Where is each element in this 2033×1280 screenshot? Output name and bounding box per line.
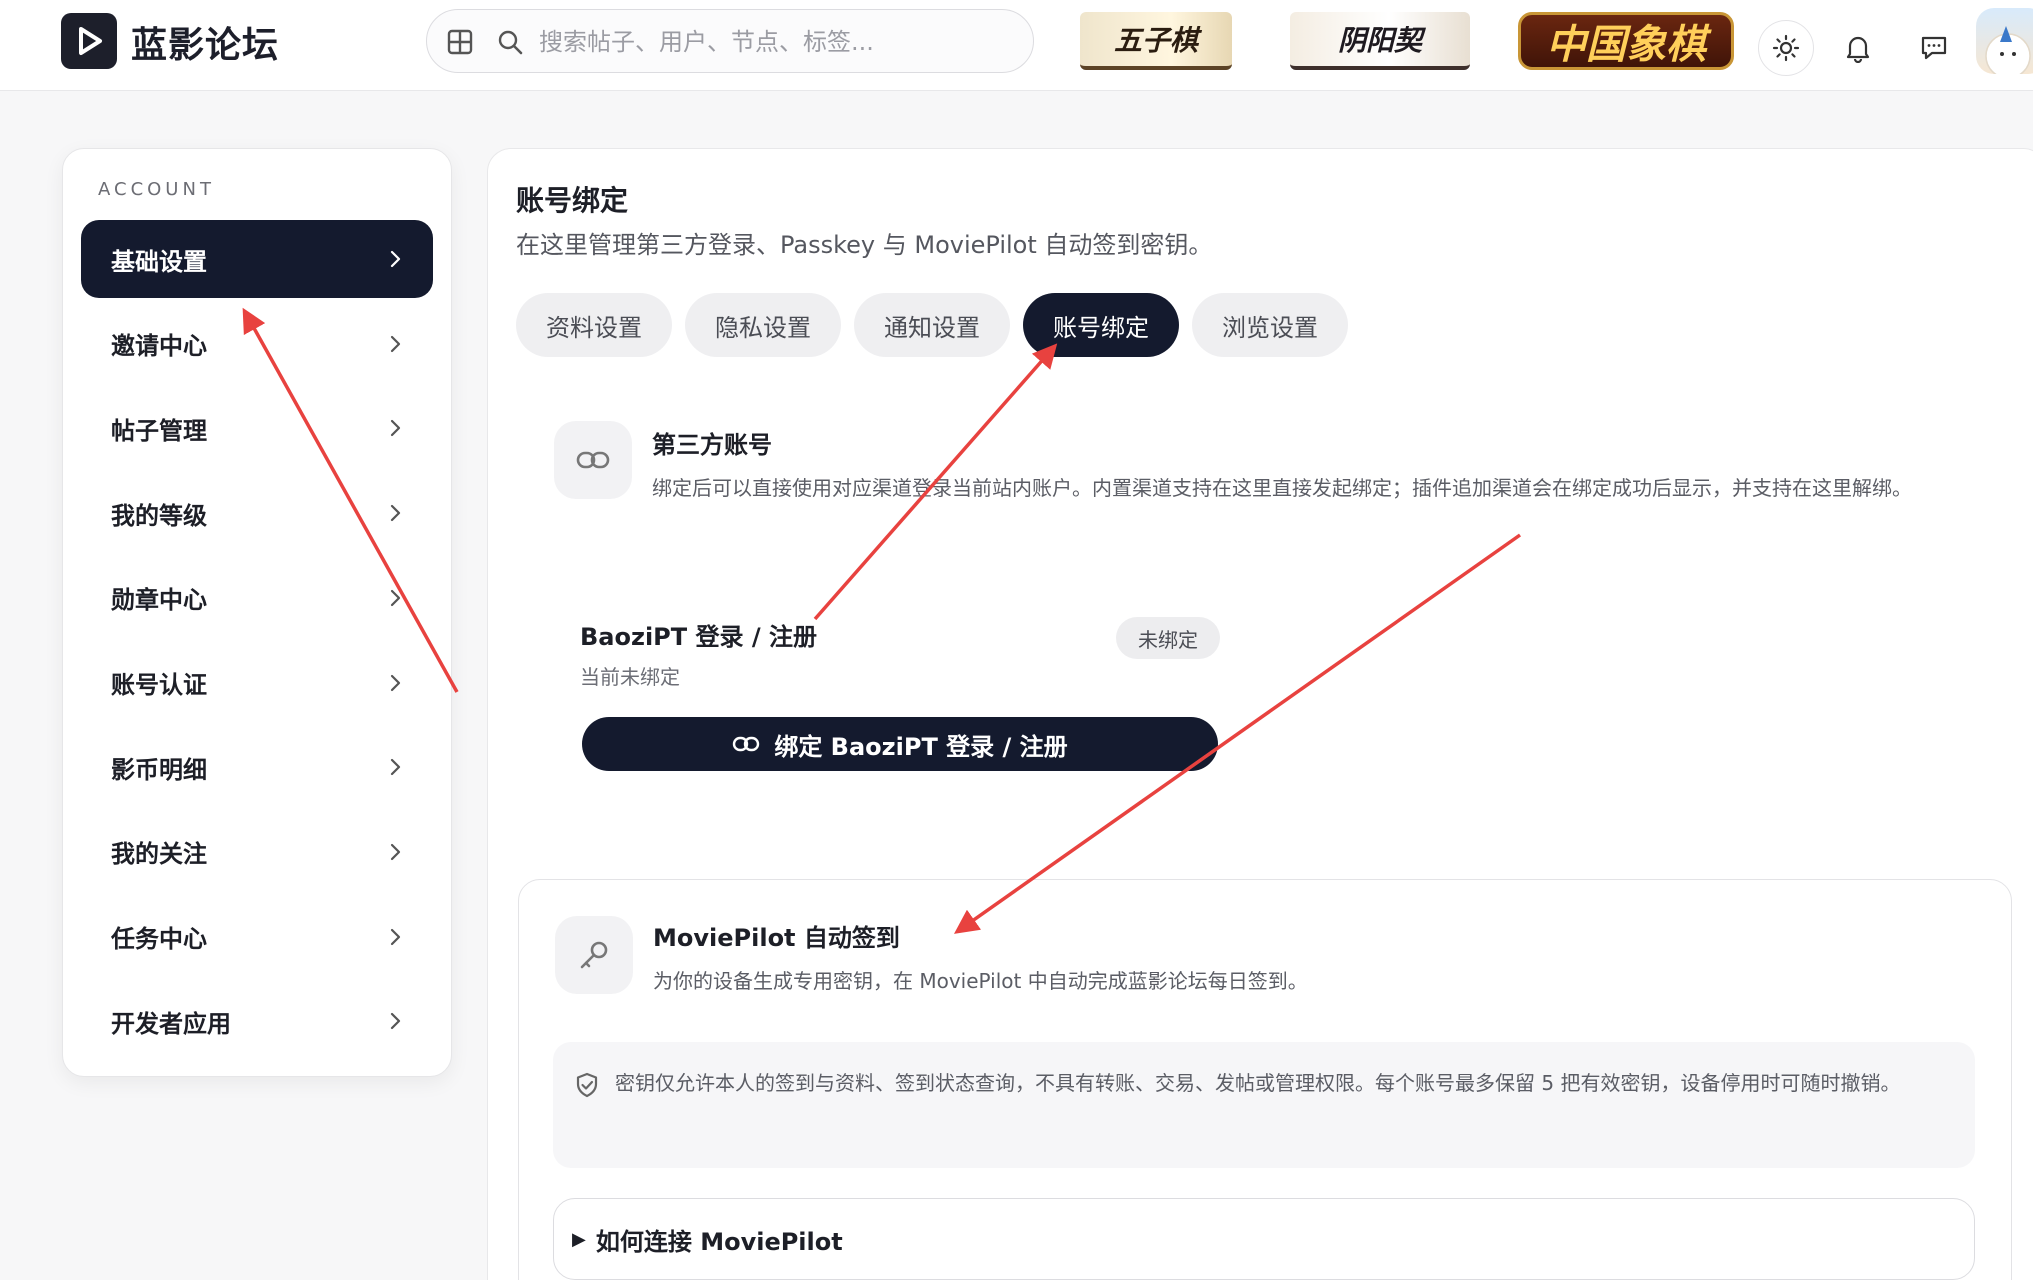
sidebar-item-label: 勋章中心 (111, 586, 207, 615)
sidebar-item-label: 任务中心 (111, 925, 207, 954)
sidebar-item-post-management[interactable]: 帖子管理 (81, 389, 433, 467)
notice-text: 密钥仅允许本人的签到与资料、签到状态查询，不具有转账、交易、发帖或管理权限。每个… (615, 1071, 1901, 1095)
chevron-right-icon (389, 1009, 403, 1037)
sidebar-item-label: 帖子管理 (111, 416, 207, 445)
logo-icon[interactable] (61, 13, 117, 69)
sidebar-item-label: 账号认证 (111, 671, 207, 699)
sidebar-item-basic-settings[interactable]: 基础设置 (81, 220, 433, 298)
top-header: 蓝影论坛 五子棋 阴阳契 中国象棋 (0, 0, 2033, 91)
third-party-desc: 绑定后可以直接使用对应渠道登录当前站内账户。内置渠道支持在这里直接发起绑定；插件… (652, 476, 1912, 500)
gomoku-game-banner[interactable]: 五子棋 (1080, 12, 1232, 70)
sidebar-item-my-follows[interactable]: 我的关注 (81, 813, 433, 891)
bell-icon (1846, 36, 1870, 63)
account-sidebar: ACCOUNT 基础设置邀请中心帖子管理我的等级勋章中心账号认证影币明细我的关注… (62, 148, 452, 1077)
tab-browsing[interactable]: 浏览设置 (1192, 293, 1348, 357)
sidebar-item-label: 我的关注 (111, 840, 207, 869)
chevron-right-icon (389, 755, 403, 783)
bind-button-label: 绑定 BaoziPT 登录 / 注册 (774, 732, 1068, 761)
sidebar-item-developer-apps[interactable]: 开发者应用 (81, 982, 433, 1060)
chevron-right-icon (389, 501, 403, 529)
chevron-right-icon (389, 247, 403, 275)
sidebar-item-label: 邀请中心 (111, 332, 207, 361)
messages-button[interactable] (1906, 20, 1962, 76)
sidebar-item-my-level[interactable]: 我的等级 (81, 474, 433, 552)
sidebar-item-label: 我的等级 (111, 501, 207, 530)
page-title: 账号绑定 (516, 184, 629, 217)
chevron-right-icon (389, 840, 403, 868)
yinyang-game-banner[interactable]: 阴阳契 (1290, 12, 1470, 70)
sidebar-item-coin-details[interactable]: 影币明细 (81, 728, 433, 806)
page-subtitle: 在这里管理第三方登录、Passkey 与 MoviePilot 自动签到密钥。 (516, 231, 1213, 259)
shield-check-icon (576, 1072, 598, 1098)
sidebar-heading: ACCOUNT (98, 179, 215, 200)
details-label: 如何连接 MoviePilot (595, 1227, 843, 1256)
chevron-right-icon (389, 671, 403, 699)
grid-icon[interactable] (447, 29, 473, 55)
sidebar-item-task-center[interactable]: 任务中心 (81, 898, 433, 976)
sidebar-item-badge-center[interactable]: 勋章中心 (81, 559, 433, 637)
sidebar-item-label: 影币明细 (111, 755, 207, 784)
chat-icon (1921, 36, 1947, 60)
chinese-chess-game-banner[interactable]: 中国象棋 (1518, 12, 1734, 70)
sidebar-item-invite-center[interactable]: 邀请中心 (81, 305, 433, 383)
link-icon (733, 736, 760, 752)
status-badge: 未绑定 (1116, 617, 1220, 659)
link-icon (554, 421, 632, 499)
sidebar-item-label: 基础设置 (111, 247, 207, 276)
triangle-right-icon: ▶ (572, 1228, 586, 1250)
bind-baozipt-button[interactable]: 绑定 BaoziPT 登录 / 注册 (582, 717, 1218, 771)
theme-toggle-button[interactable] (1758, 20, 1814, 76)
moviepilot-desc: 为你的设备生成专用密钥，在 MoviePilot 中自动完成蓝影论坛每日签到。 (653, 969, 1308, 993)
moviepilot-title: MoviePilot 自动签到 (653, 924, 900, 952)
user-avatar[interactable] (1976, 8, 2033, 74)
tab-privacy[interactable]: 隐私设置 (685, 293, 841, 357)
moviepilot-card: MoviePilot 自动签到 为你的设备生成专用密钥，在 MoviePilot… (518, 879, 2012, 1280)
chevron-right-icon (389, 332, 403, 360)
settings-panel: 账号绑定 在这里管理第三方登录、Passkey 与 MoviePilot 自动签… (487, 148, 2033, 1280)
tab-account-binding[interactable]: 账号绑定 (1023, 293, 1179, 357)
sidebar-item-account-verification[interactable]: 账号认证 (81, 644, 433, 722)
third-party-title: 第三方账号 (652, 431, 772, 459)
tab-profile[interactable]: 资料设置 (516, 293, 672, 357)
key-icon (555, 916, 633, 994)
chevron-right-icon (389, 586, 403, 614)
sun-icon (1772, 34, 1800, 62)
provider-status: 当前未绑定 (580, 665, 680, 689)
site-brand[interactable]: 蓝影论坛 (131, 16, 279, 68)
notifications-button[interactable] (1830, 20, 1886, 76)
chevron-right-icon (389, 416, 403, 444)
sidebar-item-label: 开发者应用 (111, 1009, 231, 1038)
search-bar[interactable] (426, 9, 1034, 73)
tab-notifications[interactable]: 通知设置 (854, 293, 1010, 357)
provider-name: BaoziPT 登录 / 注册 (580, 623, 817, 651)
chevron-right-icon (389, 925, 403, 953)
search-icon (498, 30, 523, 55)
search-input[interactable] (539, 22, 1009, 62)
how-to-connect-toggle[interactable]: ▶ 如何连接 MoviePilot (553, 1198, 1975, 1280)
notice-box: 密钥仅允许本人的签到与资料、签到状态查询，不具有转账、交易、发帖或管理权限。每个… (553, 1042, 1975, 1168)
